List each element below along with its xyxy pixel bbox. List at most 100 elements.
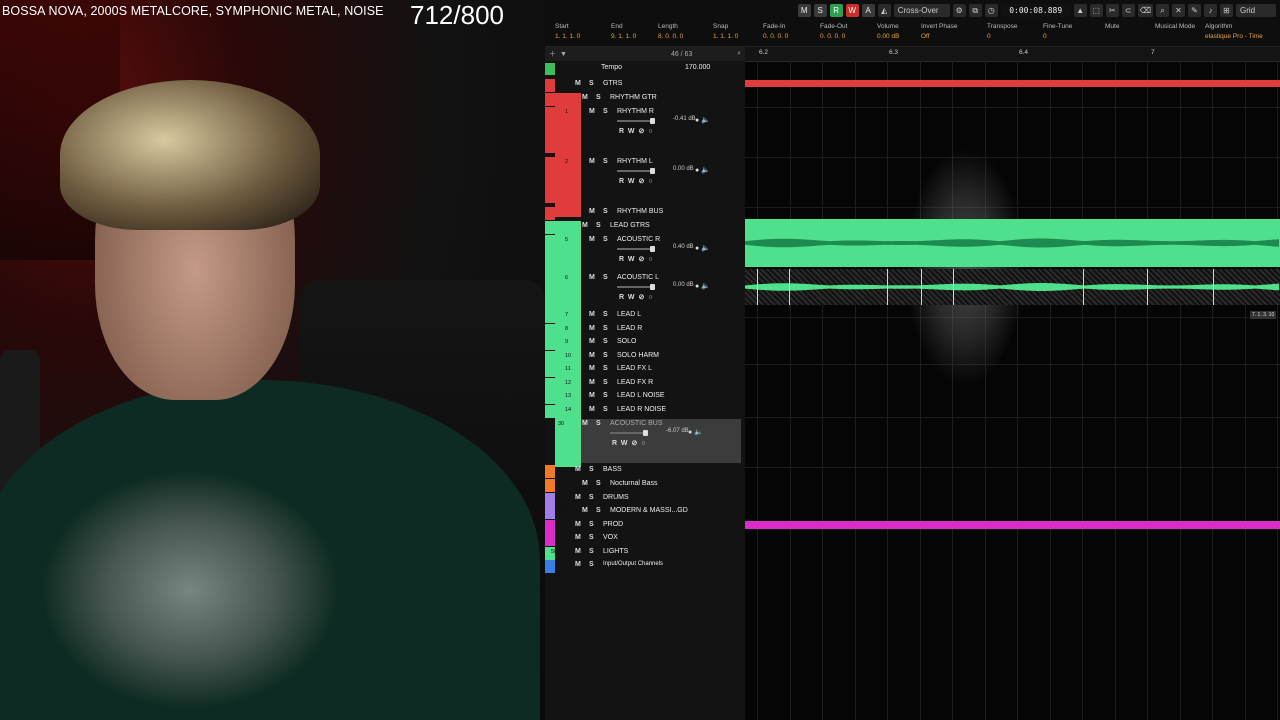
monitor-icon[interactable]: ● 🔈	[695, 244, 710, 252]
prod-folder-clip[interactable]	[745, 521, 1280, 529]
warp-marker[interactable]	[757, 269, 758, 305]
track-name[interactable]: LEAD R	[617, 325, 642, 332]
solo-button[interactable]: S	[589, 466, 594, 473]
solo-button[interactable]: S	[603, 325, 608, 332]
write-automation-button[interactable]: W	[845, 3, 859, 17]
track-name[interactable]: LEAD L NOISE	[617, 392, 665, 399]
monitor-icon[interactable]: ● 🔈	[688, 428, 703, 436]
acoustic-l-audio-clip[interactable]	[745, 269, 1280, 305]
info-value[interactable]: 1. 1. 1. 0	[555, 33, 580, 40]
info-value[interactable]: Off	[921, 33, 958, 40]
solo-button[interactable]: S	[596, 222, 601, 229]
solo-button[interactable]: S	[603, 274, 608, 281]
mute-button[interactable]: M	[575, 466, 581, 473]
solo-button[interactable]: S	[603, 338, 608, 345]
mute-all-button[interactable]: M	[797, 3, 811, 17]
track-row[interactable]: 1 M S RHYTHM R -0.41 dB RW⊘○ ● 🔈	[545, 107, 745, 153]
solo-button[interactable]: S	[589, 548, 594, 555]
solo-button[interactable]: S	[603, 311, 608, 318]
track-row[interactable]: 9 M S SOLO	[545, 337, 745, 350]
warp-marker[interactable]	[887, 269, 888, 305]
info-value[interactable]: elastique Pro - Time	[1205, 33, 1263, 40]
info-field-musical-mode[interactable]: Musical Mode	[1155, 23, 1195, 33]
solo-button[interactable]: S	[589, 534, 594, 541]
info-value[interactable]: 9. 1. 1. 0	[611, 33, 636, 40]
warp-marker[interactable]	[921, 269, 922, 305]
track-row[interactable]: M S VOX	[545, 533, 745, 546]
split-tool-icon[interactable]: ✂	[1105, 3, 1119, 17]
track-name[interactable]: LIGHTS	[603, 548, 628, 555]
solo-button[interactable]: S	[589, 494, 594, 501]
settings-gear-icon[interactable]: ⚙	[952, 3, 966, 17]
track-row[interactable]: M S RHYTHM BUS	[545, 207, 745, 220]
track-row[interactable]: 14 M S LEAD R NOISE	[545, 405, 745, 418]
mute-button[interactable]: M	[582, 507, 588, 514]
tempo-value[interactable]: 170.000	[685, 64, 710, 71]
solo-button[interactable]: S	[589, 561, 594, 568]
grid-type-select[interactable]: Grid	[1236, 3, 1276, 17]
draw-tool-icon[interactable]: ✎	[1188, 3, 1201, 17]
info-value[interactable]: 8. 0. 0. 0	[658, 33, 683, 40]
mute-button[interactable]: M	[589, 208, 595, 215]
track-name[interactable]: LEAD FX R	[617, 379, 653, 386]
info-value[interactable]: 0	[987, 33, 1017, 40]
mute-button[interactable]: M	[582, 222, 588, 229]
info-field-transpose[interactable]: Transpose 0	[987, 23, 1017, 40]
mute-button[interactable]: M	[589, 311, 595, 318]
arrange-window[interactable]: 6.2 6.3 6.4 7 7. 1. 3. 10	[745, 47, 1280, 720]
track-name[interactable]: Nocturnal Bass	[610, 480, 657, 487]
track-row[interactable]: M S PROD	[545, 520, 745, 533]
mute-tool-icon[interactable]: ✕	[1172, 3, 1185, 17]
solo-button[interactable]: S	[603, 158, 608, 165]
info-value[interactable]: 0	[1043, 33, 1072, 40]
track-row[interactable]: 38 M S MODERN & MASSI...GD	[545, 506, 745, 519]
track-name[interactable]: MODERN & MASSI...GD	[610, 507, 688, 514]
track-name[interactable]: ACOUSTIC BUS	[610, 420, 663, 427]
warp-marker[interactable]	[953, 269, 954, 305]
solo-button[interactable]: S	[603, 108, 608, 115]
solo-button[interactable]: S	[596, 507, 601, 514]
volume-fader[interactable]	[617, 284, 655, 290]
volume-fader[interactable]	[617, 246, 655, 252]
track-row[interactable]: 58 M S LIGHTS	[545, 547, 745, 560]
gtrs-folder-clip[interactable]	[745, 80, 1280, 87]
mute-button[interactable]: M	[575, 494, 581, 501]
info-field-end[interactable]: End 9. 1. 1. 0	[611, 23, 636, 40]
pointer-tool-icon[interactable]: ▲	[1073, 3, 1087, 17]
add-track-icon[interactable]: ＋	[549, 49, 556, 59]
monitor-icon[interactable]: ● 🔈	[695, 116, 710, 124]
solo-button[interactable]: S	[603, 406, 608, 413]
info-field-invert-phase[interactable]: Invert Phase Off	[921, 23, 958, 40]
solo-button[interactable]: S	[603, 352, 608, 359]
info-field-fade-in[interactable]: Fade-In 0. 0. 0. 0	[763, 23, 788, 40]
mute-button[interactable]: M	[575, 548, 581, 555]
volume-fader[interactable]	[610, 430, 648, 436]
track-row[interactable]: 27 M S Nocturnal Bass	[545, 479, 745, 492]
mute-button[interactable]: M	[582, 420, 588, 427]
solo-button[interactable]: S	[589, 80, 594, 87]
search-icon[interactable]: ⌕	[737, 50, 741, 58]
monitor-icon[interactable]: ● 🔈	[695, 282, 710, 290]
track-row[interactable]: M S GTRS	[545, 79, 745, 92]
read-automation-button[interactable]: R	[829, 3, 843, 17]
timeline-ruler[interactable]: 6.2 6.3 6.4 7	[745, 47, 1280, 62]
info-field-volume[interactable]: Volume 0.00 dB	[877, 23, 899, 40]
solo-button[interactable]: S	[596, 420, 601, 427]
info-field-start[interactable]: Start 1. 1. 1. 0	[555, 23, 580, 40]
mute-button[interactable]: M	[589, 365, 595, 372]
info-field-fade-out[interactable]: Fade-Out 0. 0. 0. 0	[820, 23, 847, 40]
track-name[interactable]: SOLO	[617, 338, 636, 345]
info-field-length[interactable]: Length 8. 0. 0. 0	[658, 23, 683, 40]
track-name[interactable]: RHYTHM BUS	[617, 208, 663, 215]
track-name[interactable]: LEAD GTRS	[610, 222, 650, 229]
track-row[interactable]: 11 M S LEAD FX L	[545, 364, 745, 377]
track-row[interactable]: M S RHYTHM GTR	[545, 93, 745, 106]
track-row[interactable]: 2 M S RHYTHM L 0.00 dB RW⊘○ ● 🔈	[545, 157, 745, 203]
mute-button[interactable]: M	[589, 236, 595, 243]
erase-tool-icon[interactable]: ⌫	[1137, 3, 1153, 17]
volume-fader[interactable]	[617, 118, 655, 124]
track-name[interactable]: RHYTHM GTR	[610, 94, 657, 101]
warp-marker[interactable]	[1213, 269, 1214, 305]
track-row[interactable]: 12 M S LEAD FX R	[545, 378, 745, 391]
info-value[interactable]: 0. 0. 0. 0	[820, 33, 847, 40]
